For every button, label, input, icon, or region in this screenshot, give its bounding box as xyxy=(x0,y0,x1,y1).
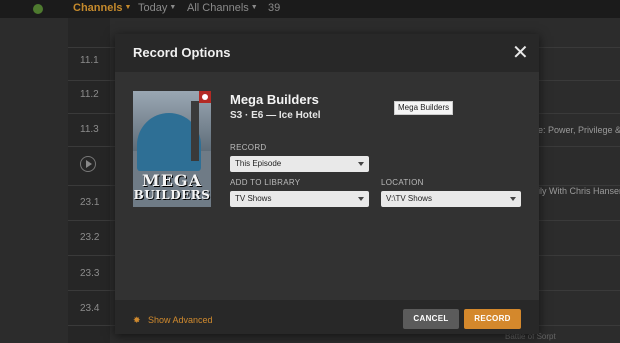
library-select-value: TV Shows xyxy=(235,194,272,203)
show-advanced-link[interactable]: ✸ Show Advanced xyxy=(133,315,213,326)
all-channels-label: All Channels xyxy=(187,2,249,14)
channel-logo-icon xyxy=(199,91,211,103)
location-label: LOCATION xyxy=(381,178,424,187)
location-select-value: V:\TV Shows xyxy=(386,194,432,203)
record-select-value: This Episode xyxy=(235,159,282,168)
chevron-down-icon xyxy=(510,197,516,201)
record-label: RECORD xyxy=(230,143,267,152)
channel-number[interactable]: 23.3 xyxy=(80,268,99,279)
chevron-down-icon: ▼ xyxy=(124,4,132,11)
channel-number[interactable]: 11.1 xyxy=(80,55,99,66)
library-label: ADD TO LIBRARY xyxy=(230,178,301,187)
channel-number[interactable]: 23.2 xyxy=(80,232,99,243)
poster-title-line: MEGA xyxy=(142,171,202,190)
chevron-down-icon xyxy=(358,197,364,201)
cancel-button[interactable]: CANCEL xyxy=(403,309,459,329)
app-logo-icon[interactable] xyxy=(33,4,43,14)
top-bar: Channels ▼ Today ▼ All Channels ▼ 39 xyxy=(0,0,620,18)
all-channels-dropdown[interactable]: All Channels ▼ xyxy=(187,2,258,14)
episode-info: S3 · E6 — Ice Hotel xyxy=(230,110,321,121)
chevron-down-icon xyxy=(358,162,364,166)
poster-title-line: BUILDERS xyxy=(133,188,211,202)
channel-number[interactable]: 23.1 xyxy=(80,197,99,208)
tooltip: Mega Builders xyxy=(394,101,454,115)
program-title[interactable]: ily With Chris Hansen xyxy=(538,186,620,196)
channels-label: Channels xyxy=(73,2,123,14)
channel-number[interactable]: 23.4 xyxy=(80,303,99,314)
channel-count: 39 xyxy=(268,2,281,14)
channel-number[interactable]: 11.2 xyxy=(80,89,99,100)
channels-dropdown[interactable]: Channels ▼ xyxy=(73,2,131,14)
today-label: Today xyxy=(138,2,168,14)
program-title[interactable]: e: Power, Privilege & J xyxy=(538,125,620,135)
show-poster: MEGA BUILDERS xyxy=(133,91,211,207)
close-icon[interactable]: ✕ xyxy=(512,43,529,63)
play-icon[interactable] xyxy=(80,156,96,172)
show-title: Mega Builders xyxy=(230,92,319,107)
chevron-down-icon: ▼ xyxy=(250,4,258,11)
poster-title: MEGA BUILDERS xyxy=(133,171,211,202)
library-select[interactable]: TV Shows xyxy=(230,191,369,207)
poster-crane xyxy=(191,101,199,161)
record-select[interactable]: This Episode xyxy=(230,156,369,172)
show-advanced-label: Show Advanced xyxy=(148,315,213,325)
gear-icon: ✸ xyxy=(133,315,141,325)
record-options-dialog: Record Options ✕ MEGA BUILDERS Mega Buil… xyxy=(115,34,539,334)
chevron-down-icon: ▼ xyxy=(169,4,177,11)
today-dropdown[interactable]: Today ▼ xyxy=(138,2,176,14)
channel-number[interactable]: 11.3 xyxy=(80,124,99,135)
record-button[interactable]: RECORD xyxy=(464,309,521,329)
dialog-header: Record Options ✕ xyxy=(115,34,539,72)
dialog-title: Record Options xyxy=(133,45,231,60)
channel-column xyxy=(68,18,110,343)
location-select[interactable]: V:\TV Shows xyxy=(381,191,521,207)
